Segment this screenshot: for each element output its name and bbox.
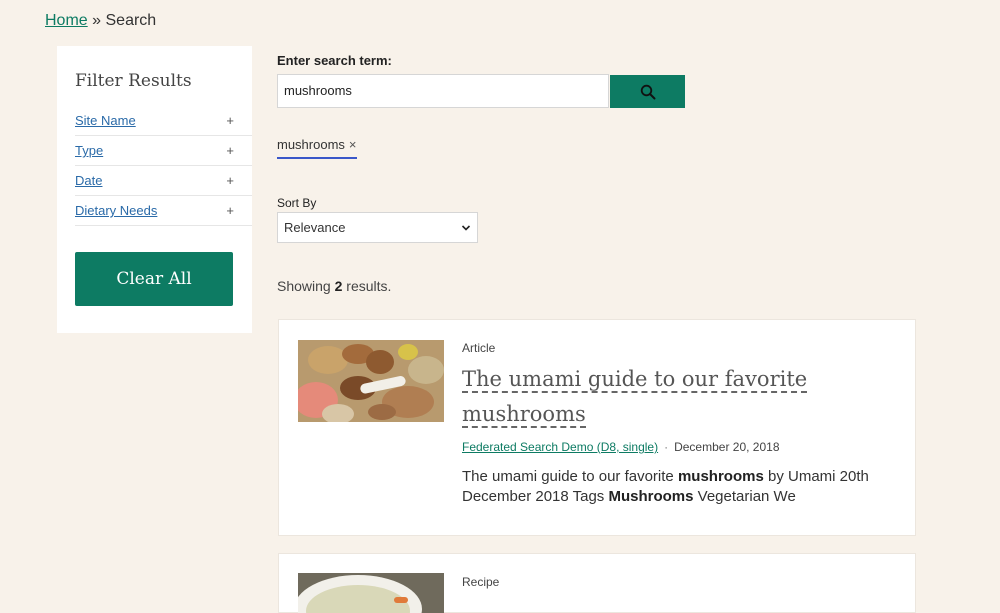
facet-date[interactable]: Date +	[75, 166, 252, 196]
breadcrumb-separator: »	[92, 12, 102, 29]
active-filter-chip: mushrooms ×	[277, 137, 357, 159]
result-type: Article	[462, 341, 496, 355]
snippet-highlight: mushrooms	[677, 468, 764, 485]
search-icon	[640, 84, 655, 99]
chevron-down-icon	[461, 224, 471, 231]
filter-title: Filter Results	[75, 71, 192, 91]
facet-site-name[interactable]: Site Name +	[75, 106, 252, 136]
search-button[interactable]	[610, 75, 685, 108]
result-title-line[interactable]: mushrooms	[462, 402, 586, 428]
recipe-image	[298, 573, 444, 613]
breadcrumb-home-link[interactable]: Home	[45, 12, 88, 29]
close-icon[interactable]: ×	[349, 137, 357, 152]
plus-icon[interactable]: +	[226, 203, 234, 218]
search-label: Enter search term:	[277, 53, 392, 68]
plus-icon[interactable]: +	[226, 173, 234, 188]
result-snippet: The umami guide to our favorite mushroom…	[462, 467, 907, 507]
sort-label: Sort By	[277, 196, 317, 210]
facet-label[interactable]: Type	[75, 143, 103, 158]
result-type: Recipe	[462, 575, 500, 589]
plus-icon[interactable]: +	[226, 113, 234, 128]
result-title-link[interactable]: The umami guide to our favorite mushroom…	[462, 362, 822, 432]
snippet-text: Vegetarian We	[693, 488, 796, 505]
plus-icon[interactable]: +	[226, 143, 234, 158]
facet-type[interactable]: Type +	[75, 136, 252, 166]
result-date: December 20, 2018	[674, 440, 780, 454]
facet-list: Site Name + Type + Date + Dietary Needs …	[75, 106, 252, 226]
breadcrumb: Home » Search	[45, 12, 156, 30]
snippet-text: The umami guide to our favorite	[462, 468, 678, 485]
result-card: Recipe	[278, 553, 916, 613]
result-count: 2	[334, 278, 343, 294]
facet-label[interactable]: Date	[75, 173, 102, 188]
summary-suffix: results.	[346, 278, 392, 294]
filter-sidebar: Filter Results Site Name + Type + Date +…	[57, 46, 252, 333]
result-site-link[interactable]: Federated Search Demo (D8, single)	[462, 440, 658, 454]
meta-separator: ·	[664, 440, 669, 454]
clear-all-button[interactable]: Clear All	[75, 252, 233, 306]
sort-select[interactable]: Relevance	[277, 212, 478, 243]
result-card: Article The umami guide to our favorite …	[278, 319, 916, 536]
result-meta: Federated Search Demo (D8, single) · Decem…	[462, 440, 780, 454]
snippet-highlight: Mushrooms	[608, 488, 694, 505]
results-summary: Showing 2 results.	[277, 278, 391, 294]
summary-prefix: Showing	[277, 278, 331, 294]
result-title-line[interactable]: The umami guide to our favorite	[462, 367, 808, 393]
facet-dietary-needs[interactable]: Dietary Needs +	[75, 196, 252, 226]
mushroom-image	[298, 340, 444, 422]
result-thumbnail[interactable]	[298, 340, 444, 422]
facet-label[interactable]: Dietary Needs	[75, 203, 157, 218]
result-thumbnail[interactable]	[298, 573, 444, 613]
sort-selected-value: Relevance	[284, 220, 346, 235]
search-input[interactable]: mushrooms	[277, 74, 609, 108]
breadcrumb-current: Search	[105, 12, 157, 29]
chip-label: mushrooms	[277, 137, 345, 152]
facet-label[interactable]: Site Name	[75, 113, 136, 128]
